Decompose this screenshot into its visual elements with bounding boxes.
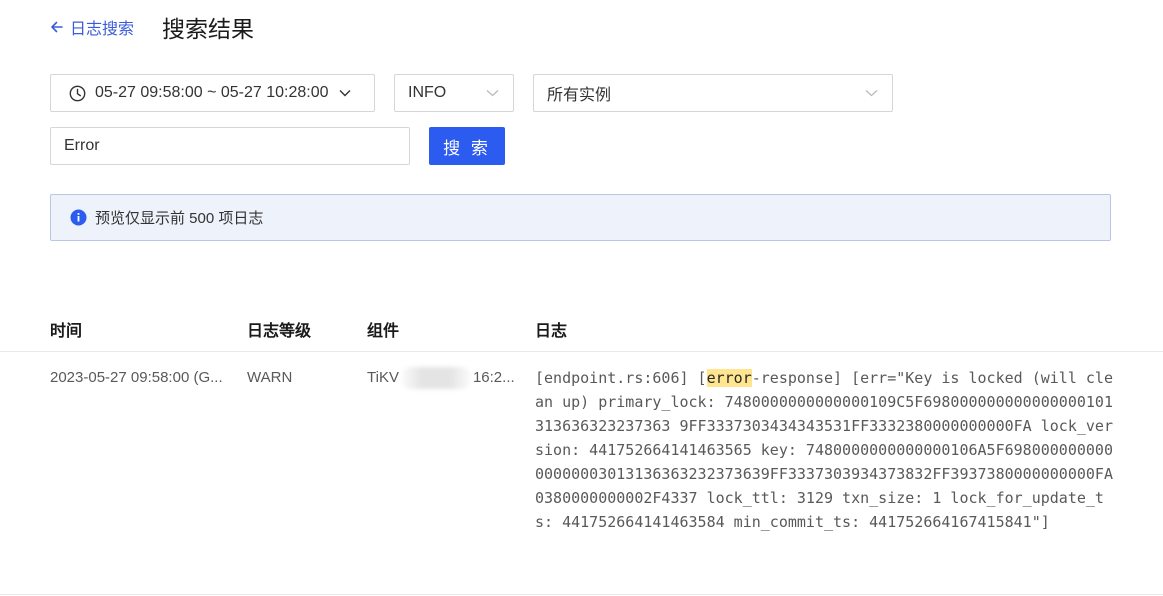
cell-log: [endpoint.rs:606] [error-response] [err=… <box>535 366 1115 534</box>
chevron-down-icon <box>865 89 878 97</box>
back-link-label: 日志搜索 <box>70 21 135 38</box>
back-link[interactable]: 日志搜索 <box>50 15 134 39</box>
chevron-down-icon <box>486 89 499 97</box>
component-address: 16:2... <box>472 369 515 386</box>
cell-component: TiKV 16:2... <box>367 367 515 389</box>
component-name: TiKV <box>367 369 399 386</box>
log-text-after: -response] [err="Key is locked (will cle… <box>535 369 1113 531</box>
instance-value: 所有实例 <box>547 87 612 104</box>
time-range-picker[interactable]: 05-27 09:58:00 ~ 05-27 10:28:00 <box>50 74 375 112</box>
instance-select[interactable]: 所有实例 <box>533 74 893 112</box>
search-button[interactable]: 搜 索 <box>429 127 505 165</box>
page-title: 搜索结果 <box>162 16 255 42</box>
log-level-value: INFO <box>408 84 447 101</box>
log-text-before: [endpoint.rs:606] [ <box>535 369 707 387</box>
column-header-time[interactable]: 时间 <box>50 317 82 341</box>
search-input[interactable] <box>50 127 410 165</box>
log-level-select[interactable]: INFO <box>394 74 514 112</box>
time-range-value: 05-27 09:58:00 ~ 05-27 10:28:00 <box>95 84 329 101</box>
redacted-blur <box>400 367 471 389</box>
info-banner: 预览仅显示前 500 项日志 <box>50 194 1111 241</box>
column-header-log[interactable]: 日志 <box>535 317 567 341</box>
column-header-component[interactable]: 组件 <box>367 317 399 341</box>
cell-level: WARN <box>247 369 293 386</box>
cell-time: 2023-05-27 09:58:00 (G... <box>50 369 223 386</box>
page-header: 日志搜索 搜索结果 <box>50 12 254 42</box>
table-row[interactable]: 2023-05-27 09:58:00 (G... WARN TiKV 16:2… <box>0 352 1163 595</box>
log-highlight: error <box>706 369 752 387</box>
info-banner-text: 预览仅显示前 500 项日志 <box>95 210 264 227</box>
info-icon <box>70 209 87 226</box>
table-header: 时间 日志等级 组件 日志 <box>0 300 1163 352</box>
arrow-left-icon <box>51 21 63 33</box>
chevron-down-icon <box>339 89 351 97</box>
clock-icon <box>69 85 86 102</box>
column-header-level[interactable]: 日志等级 <box>247 317 311 341</box>
